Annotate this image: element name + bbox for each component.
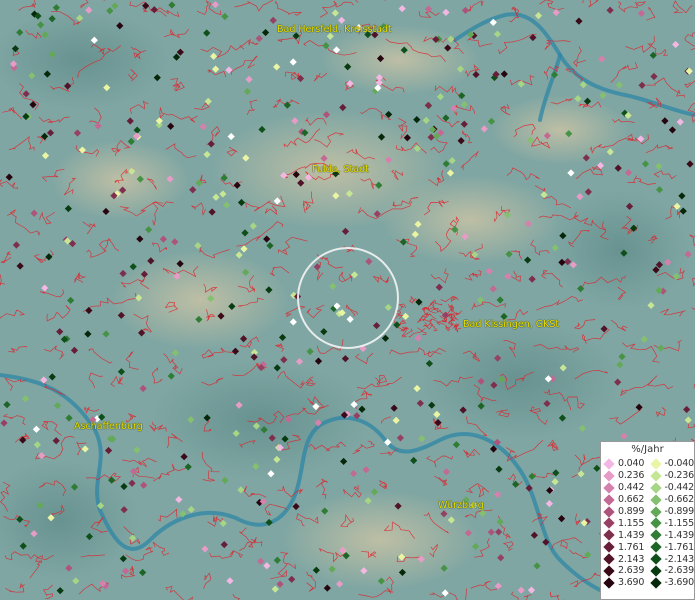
legend-value: 3.690 <box>618 577 645 589</box>
legend-swatch <box>649 553 662 565</box>
legend-swatch <box>649 505 662 518</box>
legend-value: 1.761 <box>618 541 645 553</box>
legend-entry: 3.690 <box>601 577 648 589</box>
map-view[interactable]: Bad Hersfeld, Kreisstadt Fulda, Stadt Ba… <box>0 0 695 600</box>
place-label-bad-kissingen: Bad Kissingen, GKSt <box>463 319 560 330</box>
legend-swatch <box>603 541 615 553</box>
legend-entry: 0.899 <box>601 505 648 518</box>
map-canvas[interactable] <box>0 0 695 600</box>
legend-entry: -0.236 <box>648 470 695 482</box>
legend-swatch <box>649 517 662 530</box>
legend-swatch <box>603 470 615 482</box>
legend-value: 1.155 <box>618 517 645 529</box>
legend-swatch <box>649 565 662 577</box>
legend-value: -2.143 <box>664 553 695 565</box>
legend-entry: -0.442 <box>648 482 695 494</box>
legend-entry: 0.236 <box>601 470 648 482</box>
legend-swatch <box>649 482 662 494</box>
legend-value: 0.236 <box>618 470 645 482</box>
place-label-aschaffenburg: Aschaffenburg <box>74 421 143 432</box>
legend-positive-column: 0.040 0.236 0.442 0.662 0.899 1.155 1.439 1.761… <box>601 458 648 589</box>
legend-entry: -0.899 <box>648 505 695 518</box>
legend-swatch <box>603 517 615 530</box>
legend-swatch <box>649 577 662 589</box>
legend-swatch <box>603 577 615 589</box>
legend-value: -3.690 <box>664 577 695 589</box>
legend-entry: 1.155 <box>601 517 648 530</box>
legend-entry: -1.439 <box>648 529 695 541</box>
legend-value: -2.639 <box>664 565 695 577</box>
legend-swatch <box>603 553 615 565</box>
legend-value: -0.040 <box>664 458 695 470</box>
place-label-bad-hersfeld: Bad Hersfeld, Kreisstadt <box>277 24 392 35</box>
legend-swatch <box>649 458 662 470</box>
legend-swatch <box>649 493 662 506</box>
legend-entry: -1.155 <box>648 517 695 530</box>
legend-value: -0.662 <box>664 494 695 506</box>
legend-swatch <box>603 493 615 506</box>
legend-value: -0.236 <box>664 470 695 482</box>
legend-swatch <box>603 565 615 577</box>
legend-swatch <box>603 482 615 494</box>
legend-value: -1.761 <box>664 541 695 553</box>
legend-entry: 0.662 <box>601 493 648 506</box>
legend-entry: 0.040 <box>601 458 648 470</box>
legend-value: 0.040 <box>618 458 645 470</box>
legend-value: 1.439 <box>618 529 645 541</box>
legend-entry: 1.761 <box>601 541 648 553</box>
legend-value: 2.639 <box>618 565 645 577</box>
legend-value: 2.143 <box>618 553 645 565</box>
legend-swatch <box>649 529 662 541</box>
legend-swatch <box>603 529 615 541</box>
legend-negative-column: -0.040 -0.236 -0.442 -0.662 -0.899 -1.155 -1.4… <box>648 458 695 589</box>
legend-value: -1.155 <box>664 517 695 529</box>
legend-entry: -2.639 <box>648 565 695 577</box>
legend-entry: 1.439 <box>601 529 648 541</box>
place-label-fulda: Fulda, Stadt <box>312 164 369 175</box>
legend-value: -1.439 <box>664 529 695 541</box>
legend-swatch <box>649 541 662 553</box>
legend-entry: 0.442 <box>601 482 648 494</box>
legend-value: 0.442 <box>618 482 645 494</box>
legend-entry: -1.761 <box>648 541 695 553</box>
legend-value: -0.899 <box>664 506 695 517</box>
legend-value: 0.899 <box>618 506 645 517</box>
place-label-wuerzburg: Würzburg <box>438 500 484 511</box>
terrain-relief <box>0 0 695 600</box>
legend-value: -0.442 <box>664 482 695 494</box>
legend-entry: -0.040 <box>648 458 695 470</box>
legend-swatch <box>603 505 615 518</box>
legend-entry: 2.639 <box>601 565 648 577</box>
legend-title: %/Jahr <box>631 444 664 455</box>
legend-swatch <box>603 458 615 470</box>
legend-entry: -3.690 <box>648 577 695 589</box>
map-legend: %/Jahr 0.040 0.236 0.442 0.662 0.899 1.155 1.4… <box>600 441 695 600</box>
legend-entry: -0.662 <box>648 493 695 506</box>
legend-value: 0.662 <box>618 494 645 506</box>
legend-entry: 2.143 <box>601 553 648 565</box>
legend-entry: -2.143 <box>648 553 695 565</box>
legend-swatch <box>649 470 662 482</box>
